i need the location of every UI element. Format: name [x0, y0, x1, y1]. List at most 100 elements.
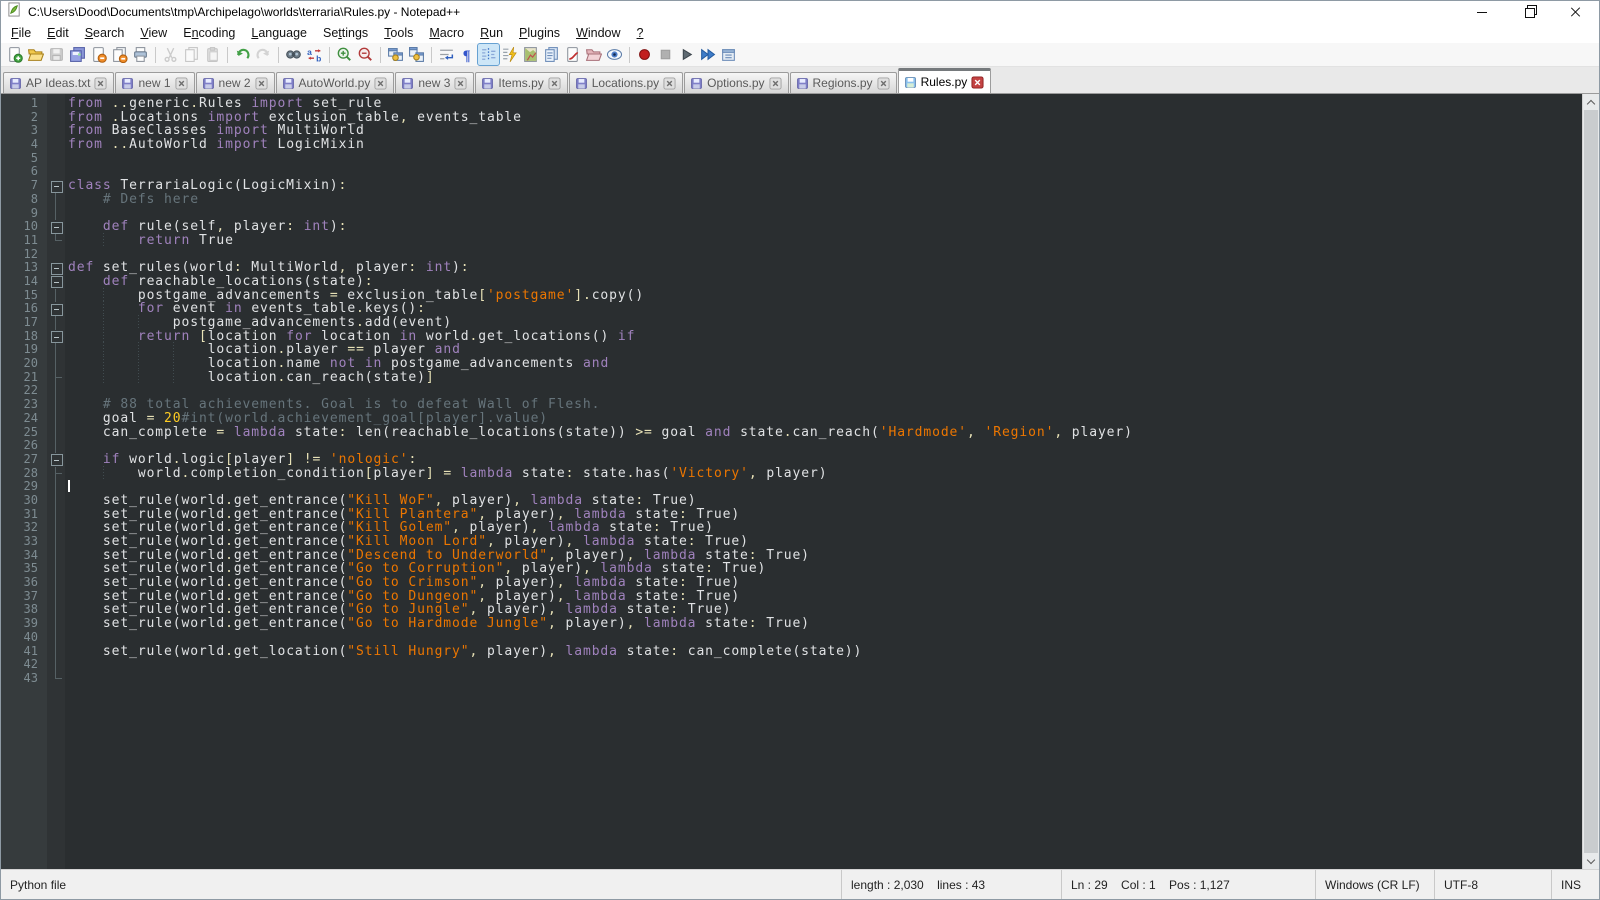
toolbar-button-file-monitoring[interactable]: [604, 44, 625, 65]
menu-item-search[interactable]: Search: [77, 24, 133, 42]
scrollbar-thumb[interactable]: [1584, 110, 1598, 853]
fold-collapse-marker[interactable]: [47, 261, 65, 275]
minimize-button[interactable]: [1458, 1, 1505, 23]
code-line[interactable]: 3from BaseClasses import MultiWorld: [1, 124, 1582, 138]
fold-collapse-marker[interactable]: [47, 220, 65, 234]
toolbar-button-undo[interactable]: [232, 44, 253, 65]
code-line[interactable]: 40: [1, 631, 1582, 645]
code-line[interactable]: 25 can_complete = lambda state: len(reac…: [1, 426, 1582, 440]
menu-item-edit[interactable]: Edit: [39, 24, 77, 42]
code-line[interactable]: 12: [1, 248, 1582, 262]
code-line[interactable]: 4from ..AutoWorld import LogicMixin: [1, 138, 1582, 152]
toolbar-button-new-file[interactable]: [4, 44, 25, 65]
fold-collapse-marker[interactable]: [47, 302, 65, 316]
code-line[interactable]: 41 set_rule(world.get_location("Still Hu…: [1, 645, 1582, 659]
toolbar-button-redo[interactable]: [253, 44, 274, 65]
code-line[interactable]: 27 if world.logic[player] != 'nologic':: [1, 453, 1582, 467]
scroll-up-arrow[interactable]: [1583, 94, 1599, 110]
tab-close-icon[interactable]: [971, 76, 984, 89]
code-line[interactable]: 31 set_rule(world.get_entrance("Kill Pla…: [1, 508, 1582, 522]
code-line[interactable]: 14 def reachable_locations(state):: [1, 275, 1582, 289]
code-line[interactable]: 18 return [location for location in worl…: [1, 330, 1582, 344]
fold-collapse-marker[interactable]: [47, 330, 65, 344]
tab-ap-ideas-txt[interactable]: AP Ideas.txt: [3, 72, 114, 93]
toolbar-button-folder-as-workspace[interactable]: [583, 44, 604, 65]
code-line[interactable]: 24 goal = 20#int(world.achievement_goal[…: [1, 412, 1582, 426]
menu-item-plugins[interactable]: Plugins: [511, 24, 568, 42]
tab-regions-py[interactable]: Regions.py: [790, 72, 897, 93]
code-line[interactable]: 35 set_rule(world.get_entrance("Go to Co…: [1, 562, 1582, 576]
toolbar-button-replace[interactable]: ab: [304, 44, 325, 65]
menu-item-tools[interactable]: Tools: [376, 24, 421, 42]
toolbar-button-save-file[interactable]: [46, 44, 67, 65]
code-line[interactable]: 42: [1, 658, 1582, 672]
toolbar-button-zoom-out[interactable]: [355, 44, 376, 65]
toolbar-button-macro-run-multiple[interactable]: [697, 44, 718, 65]
menu-item-window[interactable]: Window: [568, 24, 628, 42]
toolbar-button-macro-save[interactable]: [718, 44, 739, 65]
close-button[interactable]: [1552, 1, 1599, 23]
tab-close-icon[interactable]: [877, 77, 890, 90]
tab-rules-py[interactable]: Rules.py: [898, 68, 992, 93]
code-line[interactable]: 16 for event in events_table.keys():: [1, 302, 1582, 316]
toolbar-button-indent-guide[interactable]: [478, 44, 499, 65]
code-line[interactable]: 23 # 88 total achievements. Goal is to d…: [1, 398, 1582, 412]
toolbar-button-save-all[interactable]: [67, 44, 88, 65]
tab-locations-py[interactable]: Locations.py: [569, 72, 683, 93]
code-line[interactable]: 34 set_rule(world.get_entrance("Descend …: [1, 549, 1582, 563]
menu-item-file[interactable]: File: [3, 24, 39, 42]
tab-close-icon[interactable]: [255, 77, 268, 90]
code-line[interactable]: 15 postgame_advancements = exclusion_tab…: [1, 289, 1582, 303]
fold-collapse-marker[interactable]: [47, 179, 65, 193]
code-line[interactable]: 22: [1, 384, 1582, 398]
code-line[interactable]: 39 set_rule(world.get_entrance("Go to Ha…: [1, 617, 1582, 631]
toolbar-button-find[interactable]: [283, 44, 304, 65]
toolbar-button-document-map[interactable]: [520, 44, 541, 65]
tab-options-py[interactable]: Options.py: [684, 72, 788, 93]
code-line[interactable]: 20 location.name not in postgame_advance…: [1, 357, 1582, 371]
tab-close-icon[interactable]: [454, 77, 467, 90]
menu-item-encoding[interactable]: Encoding: [175, 24, 243, 42]
toolbar-button-paste[interactable]: [202, 44, 223, 65]
code-line[interactable]: 30 set_rule(world.get_entrance("Kill WoF…: [1, 494, 1582, 508]
menu-item-run[interactable]: Run: [472, 24, 511, 42]
tab-close-icon[interactable]: [175, 77, 188, 90]
fold-collapse-marker[interactable]: [47, 453, 65, 467]
code-line[interactable]: 5: [1, 152, 1582, 166]
code-line[interactable]: 2from .Locations import exclusion_table,…: [1, 111, 1582, 125]
code-line[interactable]: 33 set_rule(world.get_entrance("Kill Moo…: [1, 535, 1582, 549]
code-line[interactable]: 37 set_rule(world.get_entrance("Go to Du…: [1, 590, 1582, 604]
toolbar-button-print[interactable]: [130, 44, 151, 65]
toolbar-button-word-wrap[interactable]: [436, 44, 457, 65]
restore-button[interactable]: [1505, 1, 1552, 23]
toolbar-button-close-all[interactable]: [109, 44, 130, 65]
toolbar-button-close-file[interactable]: [88, 44, 109, 65]
toolbar-button-cut[interactable]: [160, 44, 181, 65]
code-area[interactable]: 1from ..generic.Rules import set_rule2fr…: [1, 94, 1582, 869]
menu-item-settings[interactable]: Settings: [315, 24, 376, 42]
code-line[interactable]: 11 return True: [1, 234, 1582, 248]
toolbar-button-open-file[interactable]: [25, 44, 46, 65]
code-line[interactable]: 19 location.player == player and: [1, 343, 1582, 357]
tab-new-3[interactable]: new 3: [395, 72, 474, 93]
menu-item-macro[interactable]: Macro: [421, 24, 472, 42]
code-line[interactable]: 10 def rule(self, player: int):: [1, 220, 1582, 234]
toolbar-button-macro-record[interactable]: [634, 44, 655, 65]
menu-item-view[interactable]: View: [132, 24, 175, 42]
vertical-scrollbar[interactable]: [1582, 94, 1599, 869]
code-line[interactable]: 17 postgame_advancements.add(event): [1, 316, 1582, 330]
toolbar-button-show-all-characters[interactable]: ¶: [457, 44, 478, 65]
toolbar-button-copy[interactable]: [181, 44, 202, 65]
code-line[interactable]: 32 set_rule(world.get_entrance("Kill Gol…: [1, 521, 1582, 535]
code-line[interactable]: 1from ..generic.Rules import set_rule: [1, 97, 1582, 111]
toolbar-button-sync-horizontal[interactable]: [406, 44, 427, 65]
tab-close-icon[interactable]: [548, 77, 561, 90]
code-line[interactable]: 8 # Defs here: [1, 193, 1582, 207]
tab-close-icon[interactable]: [374, 77, 387, 90]
tab-items-py[interactable]: Items.py: [475, 72, 567, 93]
code-line[interactable]: 43: [1, 672, 1582, 686]
code-line[interactable]: 13def set_rules(world: MultiWorld, playe…: [1, 261, 1582, 275]
toolbar-button-zoom-in[interactable]: [334, 44, 355, 65]
code-line[interactable]: 6: [1, 165, 1582, 179]
tab-autoworld-py[interactable]: AutoWorld.py: [276, 72, 395, 93]
